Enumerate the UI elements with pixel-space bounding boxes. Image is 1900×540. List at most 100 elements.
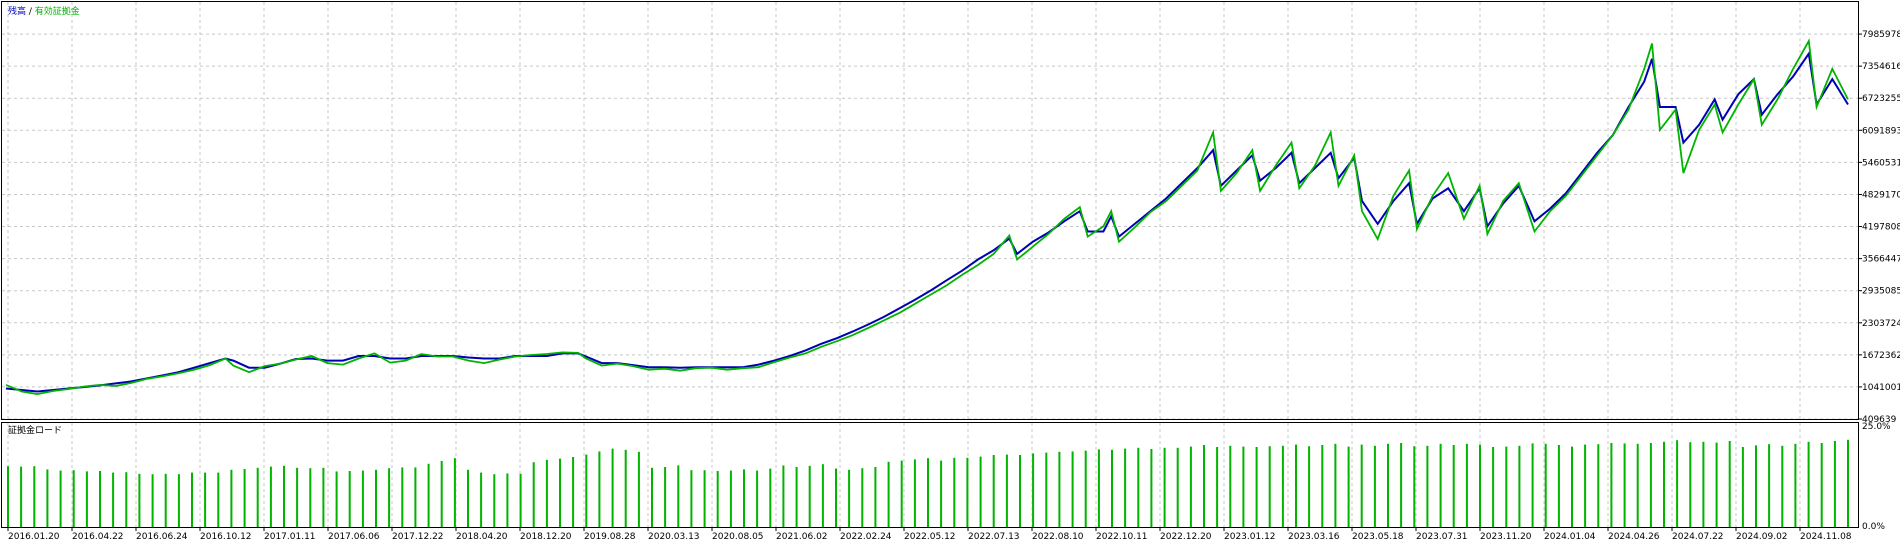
margin-load-bar bbox=[1794, 443, 1797, 527]
margin-load-bar bbox=[296, 467, 299, 527]
margin-load-bar bbox=[401, 467, 404, 527]
margin-load-bar bbox=[480, 472, 483, 527]
margin-load-bar bbox=[243, 469, 246, 527]
margin-load-bar bbox=[7, 466, 9, 527]
top-tick-label: 7985978 bbox=[1862, 30, 1900, 40]
x-tick-label: 2018.04.20 bbox=[456, 532, 508, 540]
x-tick-label: 2024.11.08 bbox=[1800, 532, 1852, 540]
x-tick-label: 2022.08.10 bbox=[1032, 532, 1084, 540]
margin-load-bar bbox=[440, 461, 443, 527]
margin-load-bar bbox=[795, 467, 798, 527]
margin-load-bar bbox=[874, 467, 877, 527]
margin-load-bar bbox=[1531, 443, 1534, 527]
x-tick-label: 2016.06.24 bbox=[136, 532, 188, 540]
margin-load-bar bbox=[703, 470, 706, 527]
margin-load-bar bbox=[467, 469, 469, 527]
margin-load-bar bbox=[913, 459, 916, 527]
margin-load-bar bbox=[1847, 439, 1849, 527]
top-y-axis: 7985978 7354616 6723255 6091893 5460531 48291… bbox=[1858, 30, 1900, 425]
margin-load-bar bbox=[1413, 446, 1416, 527]
top-panel-frame bbox=[1, 1, 1859, 420]
margin-load-bar bbox=[33, 466, 36, 527]
bottom-panel-title: 証拠金ロード bbox=[8, 424, 62, 436]
margin-load-bar bbox=[808, 465, 811, 527]
margin-load-bar bbox=[1268, 446, 1271, 527]
top-tick-label: 2935085 bbox=[1862, 287, 1900, 297]
margin-load-bar bbox=[46, 469, 49, 527]
margin-load-bar bbox=[1203, 445, 1205, 527]
margin-load-bar bbox=[1557, 445, 1560, 527]
top-tick-label: 6091893 bbox=[1862, 126, 1900, 136]
margin-load-bar bbox=[1097, 449, 1100, 527]
x-tick-label: 2021.06.02 bbox=[776, 532, 828, 540]
x-tick-label: 2023.01.12 bbox=[1224, 532, 1276, 540]
margin-load-bar bbox=[1295, 444, 1297, 527]
margin-load-bar bbox=[1111, 449, 1113, 527]
margin-load-bar bbox=[1084, 450, 1087, 527]
x-tick-label: 2023.11.20 bbox=[1480, 532, 1532, 540]
margin-load-bar bbox=[1715, 442, 1718, 527]
margin-load-bar bbox=[1518, 445, 1521, 527]
x-tick-label: 2016.10.12 bbox=[200, 532, 252, 540]
margin-load-bars bbox=[7, 439, 1849, 527]
margin-load-bar bbox=[1308, 446, 1311, 527]
margin-load-bar bbox=[861, 468, 864, 527]
bottom-tick-label: 25.0% bbox=[1862, 422, 1891, 432]
margin-load-bar bbox=[716, 471, 719, 527]
margin-load-bar bbox=[1163, 447, 1166, 527]
margin-load-bar bbox=[204, 472, 207, 527]
legend-balance: 残高 bbox=[8, 5, 26, 17]
margin-load-bar bbox=[1649, 443, 1652, 527]
chart-root: 7985978 7354616 6723255 6091893 5460531 48291… bbox=[1, 1, 1900, 540]
margin-load-bar bbox=[1597, 444, 1600, 527]
top-tick-label: 3566447 bbox=[1862, 255, 1900, 265]
equity-balance-lines bbox=[5, 38, 1849, 396]
margin-load-bar bbox=[1387, 443, 1389, 527]
margin-load-bar bbox=[1479, 444, 1481, 527]
x-tick-label: 2018.12.20 bbox=[520, 532, 572, 540]
margin-load-bar bbox=[1702, 441, 1705, 527]
margin-load-bar bbox=[1584, 444, 1587, 527]
margin-load-bar bbox=[125, 472, 128, 527]
margin-load-bar bbox=[1255, 447, 1258, 527]
margin-load-bar bbox=[1426, 445, 1429, 527]
margin-load-bar bbox=[1781, 445, 1784, 527]
margin-load-bar bbox=[217, 472, 220, 527]
margin-load-bar bbox=[664, 467, 667, 527]
x-axis: 2016.01.20 2016.04.22 2016.06.24 2016.10.12… bbox=[7, 527, 1852, 540]
margin-load-bar bbox=[585, 454, 588, 527]
margin-load-bar bbox=[1032, 453, 1035, 527]
margin-load-bar bbox=[112, 472, 115, 527]
margin-load-bar bbox=[1137, 447, 1140, 527]
x-tick-label: 2016.01.20 bbox=[8, 532, 60, 540]
x-tick-label: 2020.08.05 bbox=[712, 532, 764, 540]
margin-load-bar bbox=[624, 449, 627, 527]
x-tick-label: 2024.09.02 bbox=[1736, 532, 1788, 540]
margin-load-bar bbox=[1058, 451, 1061, 527]
margin-load-bar bbox=[256, 467, 259, 527]
bottom-grid bbox=[7, 423, 1801, 527]
margin-load-bar bbox=[191, 472, 193, 527]
margin-load-bar bbox=[348, 471, 351, 527]
x-tick-label: 2024.07.22 bbox=[1672, 532, 1724, 540]
margin-load-bar bbox=[1439, 443, 1442, 527]
margin-load-bar bbox=[1768, 444, 1771, 527]
margin-load-bar bbox=[1150, 449, 1153, 527]
equity-line bbox=[5, 38, 1849, 396]
margin-load-bar bbox=[59, 470, 62, 527]
margin-load-bar bbox=[322, 467, 325, 527]
margin-load-bar bbox=[1071, 451, 1074, 527]
margin-load-bar bbox=[72, 470, 75, 527]
margin-load-bar bbox=[519, 473, 522, 527]
margin-load-bar bbox=[1242, 446, 1245, 527]
margin-load-bar bbox=[164, 473, 167, 527]
margin-load-bar bbox=[230, 469, 233, 527]
balance-line bbox=[5, 51, 1849, 393]
margin-load-bar bbox=[598, 451, 601, 527]
margin-load-bar bbox=[532, 462, 535, 527]
margin-load-bar bbox=[1505, 446, 1508, 527]
margin-load-bar bbox=[138, 473, 141, 527]
margin-load-bar bbox=[1833, 441, 1836, 527]
margin-load-bar bbox=[1360, 444, 1363, 527]
margin-load-bar bbox=[637, 451, 640, 527]
